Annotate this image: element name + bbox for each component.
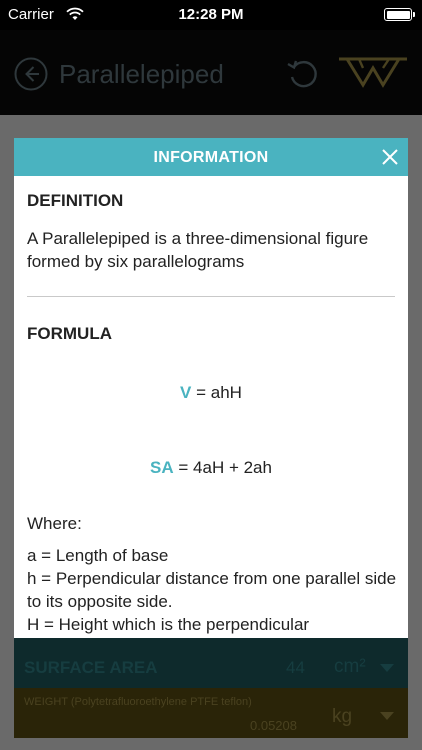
formula-heading: FORMULA: [27, 324, 112, 343]
status-time: 12:28 PM: [178, 6, 244, 23]
back-icon[interactable]: [14, 57, 48, 91]
modal-header: INFORMATION: [14, 138, 408, 176]
weight-value: 0.05208: [250, 718, 297, 733]
variable-definitions: a = Length of base h = Perpendicular dis…: [27, 544, 397, 636]
volume-expression: = ahH: [191, 383, 242, 402]
list-item: h = Perpendicular distance from one para…: [27, 569, 397, 611]
modal-title: INFORMATION: [153, 149, 269, 166]
status-bar: Carrier 12:28 PM: [0, 0, 422, 30]
information-modal: INFORMATION DEFINITION A Parallelepiped …: [14, 138, 408, 638]
surface-area-expression: = 4aH + 2ah: [173, 458, 272, 477]
battery-icon: [384, 8, 415, 21]
surface-area-label: SURFACE AREA: [24, 658, 158, 677]
chevron-down-icon[interactable]: [380, 664, 394, 672]
close-icon[interactable]: [380, 147, 400, 167]
chevron-down-icon[interactable]: [380, 712, 394, 720]
volume-symbol: V: [180, 383, 192, 402]
surface-area-symbol: SA: [150, 458, 174, 477]
surface-area-formula: SA = 4aH + 2ah: [14, 458, 408, 478]
surface-area-value: 44: [286, 658, 305, 677]
volume-formula: V = ahH: [14, 383, 408, 403]
logo: [339, 57, 407, 88]
surface-area-unit[interactable]: cm²: [334, 656, 366, 678]
list-item: H = Height which is the perpendicular: [27, 615, 310, 634]
page-title: Parallelepiped: [59, 59, 224, 89]
weight-row[interactable]: WEIGHT (Polytetrafluoroethylene PTFE tef…: [14, 688, 408, 738]
app-header: Parallelepiped: [0, 30, 422, 115]
weight-unit[interactable]: kg: [332, 706, 352, 728]
divider: [27, 296, 395, 297]
surface-area-row[interactable]: SURFACE AREA 44 cm²: [14, 638, 408, 688]
definition-heading: DEFINITION: [27, 191, 124, 210]
reset-icon[interactable]: [285, 56, 321, 92]
where-label: Where:: [27, 514, 82, 533]
weight-label: WEIGHT (Polytetrafluoroethylene PTFE tef…: [24, 696, 252, 708]
list-item: a = Length of base: [27, 546, 169, 565]
definition-text: A Parallelepiped is a three-dimensional …: [27, 229, 369, 271]
modal-body[interactable]: DEFINITION A Parallelepiped is a three-d…: [14, 176, 408, 638]
